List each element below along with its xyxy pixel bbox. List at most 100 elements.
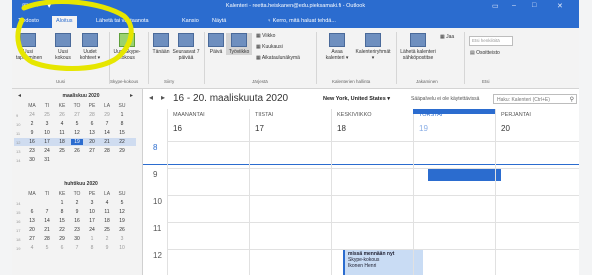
- mini-calendar-day[interactable]: 28: [41, 236, 53, 242]
- mini-calendar-day[interactable]: 2: [71, 200, 83, 206]
- minimize-icon[interactable]: –: [512, 2, 516, 9]
- day-view-button[interactable]: Päivä: [208, 33, 224, 55]
- mini-calendar-day[interactable]: 30: [26, 157, 38, 163]
- mini-calendar-day[interactable]: 1: [56, 200, 68, 206]
- next-7-days-button[interactable]: Seuraavat 7 päivää: [172, 33, 200, 61]
- mini-calendar-day[interactable]: 21: [41, 227, 53, 233]
- mini-calendar-day[interactable]: 1: [116, 112, 128, 118]
- mini-calendar-day[interactable]: 24: [86, 227, 98, 233]
- today-button[interactable]: Tänään: [152, 33, 170, 55]
- mini-calendar-day[interactable]: 3: [86, 200, 98, 206]
- tab-send-receive[interactable]: Lähetä tai vastaanota: [96, 18, 149, 24]
- mini-calendar-day[interactable]: 6: [56, 245, 68, 251]
- mini-calendar-day[interactable]: 12: [71, 130, 83, 136]
- mini-calendar-day[interactable]: 7: [41, 209, 53, 215]
- mini-calendar-day[interactable]: 23: [71, 227, 83, 233]
- mini-calendar-day[interactable]: 22: [56, 227, 68, 233]
- calendar-search-input[interactable]: Haku: Kalenteri (Ctrl+E) ⚲: [493, 94, 577, 104]
- mini-calendar-day[interactable]: 29: [116, 148, 128, 154]
- mini-calendar-day[interactable]: 13: [26, 218, 38, 224]
- mini-calendar-day[interactable]: 18: [56, 139, 68, 145]
- day-header[interactable]: MAANANTAI 16: [167, 109, 250, 141]
- day-header[interactable]: PERJANTAI 20: [495, 109, 578, 141]
- mini-calendar-day[interactable]: 20: [86, 139, 98, 145]
- mini-calendar-day[interactable]: 11: [101, 209, 113, 215]
- mini-calendar-day[interactable]: 27: [71, 112, 83, 118]
- mini-calendar-day[interactable]: 15: [116, 130, 128, 136]
- weather-location-dropdown[interactable]: New York, United States ▾: [323, 96, 390, 102]
- mini-calendar-day[interactable]: 6: [86, 121, 98, 127]
- mini-calendar-day[interactable]: 16: [71, 218, 83, 224]
- mini-calendar-day[interactable]: 30: [71, 236, 83, 242]
- mini-calendar-day[interactable]: 24: [26, 112, 38, 118]
- prev-month-icon[interactable]: ◂: [18, 92, 21, 99]
- mini-calendar-day[interactable]: 26: [56, 112, 68, 118]
- mini-calendar-day[interactable]: 1: [86, 236, 98, 242]
- new-skype-meeting-button[interactable]: Uusi Skype-kokous: [112, 33, 142, 61]
- mini-calendar-day[interactable]: 25: [101, 227, 113, 233]
- tab-view[interactable]: Näytä: [212, 18, 226, 24]
- mini-calendar-day[interactable]: 23: [26, 148, 38, 154]
- mini-calendar-day[interactable]: 10: [41, 130, 53, 136]
- tell-me-box[interactable]: ♀ Kerro, mitä haluat tehdä...: [267, 18, 336, 24]
- work-week-button[interactable]: Työviikko: [226, 33, 252, 55]
- find-people-input[interactable]: Etsi henkilöitä: [469, 36, 513, 46]
- mini-calendar-day[interactable]: 10: [116, 245, 128, 251]
- prev-week-icon[interactable]: ◂: [149, 93, 153, 102]
- appointment[interactable]: missä mennään nyt Skype-kokous Ikonen He…: [343, 249, 423, 275]
- mini-calendar-day[interactable]: 7: [71, 245, 83, 251]
- mini-calendar-day[interactable]: 25: [56, 148, 68, 154]
- mini-calendar-day[interactable]: 26: [116, 227, 128, 233]
- mini-calendar-day[interactable]: 17: [41, 139, 53, 145]
- mini-calendar-day[interactable]: 20: [26, 227, 38, 233]
- new-appointment-button[interactable]: Uusi tapaaminen: [16, 33, 42, 61]
- mini-calendar-day[interactable]: 19: [71, 139, 83, 145]
- mini-calendar-day[interactable]: 15: [56, 218, 68, 224]
- mini-calendar-day[interactable]: 24: [41, 148, 53, 154]
- next-month-icon[interactable]: ▸: [130, 92, 133, 99]
- mini-calendar-day[interactable]: 9: [101, 245, 113, 251]
- mini-calendar-day[interactable]: 8: [56, 209, 68, 215]
- day-header[interactable]: KESKIVIIKKO 18: [331, 109, 414, 141]
- mini-calendar-day[interactable]: 4: [26, 245, 38, 251]
- mini-calendar-day[interactable]: 2: [101, 236, 113, 242]
- mini-calendar-day[interactable]: 18: [101, 218, 113, 224]
- mini-calendar-day[interactable]: 25: [41, 112, 53, 118]
- mini-calendar-day[interactable]: 13: [86, 130, 98, 136]
- mini-calendar-day[interactable]: 29: [56, 236, 68, 242]
- ribbon-display-icon[interactable]: ▭: [492, 2, 499, 10]
- tab-home[interactable]: Aloitus: [52, 16, 77, 28]
- mini-calendar-day[interactable]: 8: [116, 121, 128, 127]
- mini-calendar-day[interactable]: 5: [71, 121, 83, 127]
- mini-calendar-day[interactable]: 10: [86, 209, 98, 215]
- mini-calendar-day[interactable]: 29: [101, 112, 113, 118]
- month-view-button[interactable]: ▦ Kuukausi: [256, 44, 283, 50]
- close-icon[interactable]: ✕: [557, 2, 563, 10]
- mini-calendar-day[interactable]: 14: [41, 218, 53, 224]
- mini-calendar-day[interactable]: 4: [101, 200, 113, 206]
- mini-calendar-day[interactable]: 9: [26, 130, 38, 136]
- new-meeting-button[interactable]: Uusi kokous: [52, 33, 74, 61]
- mini-calendar-day[interactable]: 8: [86, 245, 98, 251]
- mini-calendar-day[interactable]: 11: [56, 130, 68, 136]
- next-week-icon[interactable]: ▸: [161, 93, 165, 102]
- mini-calendar-day[interactable]: 31: [41, 157, 53, 163]
- mini-calendar-day[interactable]: 5: [41, 245, 53, 251]
- mini-calendar-day[interactable]: 6: [26, 209, 38, 215]
- mini-calendar-day[interactable]: 5: [116, 200, 128, 206]
- tab-folder[interactable]: Kansio: [182, 18, 199, 24]
- mini-calendar-day[interactable]: 22: [116, 139, 128, 145]
- mini-calendar-day[interactable]: 14: [101, 130, 113, 136]
- open-calendar-button[interactable]: Avaa kalenteri ▾: [322, 33, 352, 61]
- maximize-icon[interactable]: □: [532, 2, 536, 9]
- mini-calendar-day[interactable]: 27: [26, 236, 38, 242]
- calendar-groups-button[interactable]: Kalenteriryhmät ▾: [354, 33, 392, 61]
- tab-file[interactable]: Tiedosto: [18, 18, 39, 24]
- mini-calendar-day[interactable]: 12: [116, 209, 128, 215]
- mini-calendar-day[interactable]: 4: [56, 121, 68, 127]
- mini-calendar-day[interactable]: 26: [71, 148, 83, 154]
- mini-calendar-day[interactable]: 3: [116, 236, 128, 242]
- day-header[interactable]: TIISTAI 17: [249, 109, 332, 141]
- share-calendar-button[interactable]: ▦ Jaa: [440, 34, 454, 40]
- address-book-button[interactable]: ▤ Osoitteisto: [470, 50, 500, 56]
